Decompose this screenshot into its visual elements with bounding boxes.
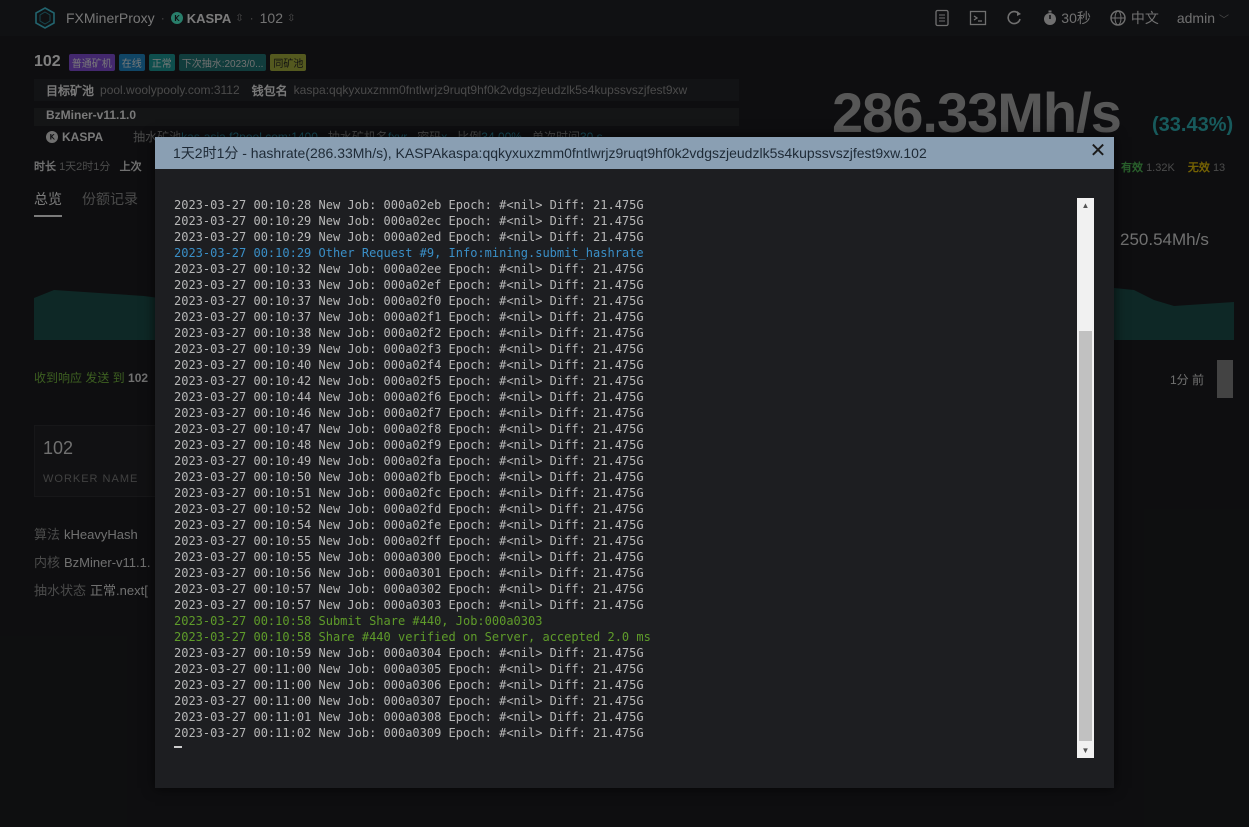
log-line: 2023-03-27 00:11:01 New Job: 000a0308 Ep… bbox=[174, 710, 644, 724]
terminal-cursor bbox=[174, 746, 182, 748]
log-line: 2023-03-27 00:10:29 Other Request #9, In… bbox=[174, 246, 644, 260]
log-line: 2023-03-27 00:10:42 New Job: 000a02f5 Ep… bbox=[174, 374, 644, 388]
log-line: 2023-03-27 00:10:50 New Job: 000a02fb Ep… bbox=[174, 470, 644, 484]
log-line: 2023-03-27 00:10:39 New Job: 000a02f3 Ep… bbox=[174, 342, 644, 356]
log-terminal[interactable]: 2023-03-27 00:10:28 New Job: 000a02eb Ep… bbox=[174, 197, 1079, 757]
log-line: 2023-03-27 00:10:37 New Job: 000a02f0 Ep… bbox=[174, 294, 644, 308]
log-line: 2023-03-27 00:10:56 New Job: 000a0301 Ep… bbox=[174, 566, 644, 580]
log-line: 2023-03-27 00:10:40 New Job: 000a02f4 Ep… bbox=[174, 358, 644, 372]
log-modal: 1天2时1分 - hashrate(286.33Mh/s), KASPAkasp… bbox=[155, 137, 1114, 788]
log-line: 2023-03-27 00:10:57 New Job: 000a0302 Ep… bbox=[174, 582, 644, 596]
log-line: 2023-03-27 00:10:32 New Job: 000a02ee Ep… bbox=[174, 262, 644, 276]
log-line: 2023-03-27 00:10:58 Submit Share #440, J… bbox=[174, 614, 543, 628]
log-line: 2023-03-27 00:10:55 New Job: 000a0300 Ep… bbox=[174, 550, 644, 564]
log-line: 2023-03-27 00:11:00 New Job: 000a0307 Ep… bbox=[174, 694, 644, 708]
log-line: 2023-03-27 00:10:38 New Job: 000a02f2 Ep… bbox=[174, 326, 644, 340]
log-line: 2023-03-27 00:10:33 New Job: 000a02ef Ep… bbox=[174, 278, 644, 292]
log-line: 2023-03-27 00:10:58 Share #440 verified … bbox=[174, 630, 651, 644]
log-line: 2023-03-27 00:10:29 New Job: 000a02ec Ep… bbox=[174, 214, 644, 228]
log-line: 2023-03-27 00:10:52 New Job: 000a02fd Ep… bbox=[174, 502, 644, 516]
log-line: 2023-03-27 00:10:54 New Job: 000a02fe Ep… bbox=[174, 518, 644, 532]
log-line: 2023-03-27 00:10:49 New Job: 000a02fa Ep… bbox=[174, 454, 644, 468]
log-line: 2023-03-27 00:10:44 New Job: 000a02f6 Ep… bbox=[174, 390, 644, 404]
log-line: 2023-03-27 00:10:47 New Job: 000a02f8 Ep… bbox=[174, 422, 644, 436]
log-line: 2023-03-27 00:10:28 New Job: 000a02eb Ep… bbox=[174, 198, 644, 212]
log-line: 2023-03-27 00:10:55 New Job: 000a02ff Ep… bbox=[174, 534, 644, 548]
log-line: 2023-03-27 00:10:37 New Job: 000a02f1 Ep… bbox=[174, 310, 644, 324]
log-line: 2023-03-27 00:11:02 New Job: 000a0309 Ep… bbox=[174, 726, 644, 740]
log-line: 2023-03-27 00:11:00 New Job: 000a0305 Ep… bbox=[174, 662, 644, 676]
scrollbar-thumb[interactable] bbox=[1079, 331, 1092, 741]
terminal-scrollbar[interactable]: ▲ ▼ bbox=[1077, 198, 1094, 758]
modal-header: 1天2时1分 - hashrate(286.33Mh/s), KASPAkasp… bbox=[155, 137, 1114, 169]
log-line: 2023-03-27 00:10:51 New Job: 000a02fc Ep… bbox=[174, 486, 644, 500]
log-line: 2023-03-27 00:11:00 New Job: 000a0306 Ep… bbox=[174, 678, 644, 692]
close-icon[interactable]: ✕ bbox=[1089, 141, 1107, 161]
log-line: 2023-03-27 00:10:48 New Job: 000a02f9 Ep… bbox=[174, 438, 644, 452]
log-line: 2023-03-27 00:10:57 New Job: 000a0303 Ep… bbox=[174, 598, 644, 612]
log-line: 2023-03-27 00:10:29 New Job: 000a02ed Ep… bbox=[174, 230, 644, 244]
log-line: 2023-03-27 00:10:59 New Job: 000a0304 Ep… bbox=[174, 646, 644, 660]
scroll-up-icon[interactable]: ▲ bbox=[1077, 198, 1094, 213]
modal-title: 1天2时1分 - hashrate(286.33Mh/s), KASPAkasp… bbox=[173, 145, 927, 161]
log-line: 2023-03-27 00:10:46 New Job: 000a02f7 Ep… bbox=[174, 406, 644, 420]
scroll-down-icon[interactable]: ▼ bbox=[1077, 743, 1094, 758]
